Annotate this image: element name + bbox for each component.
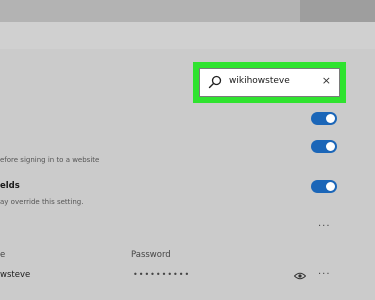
saved-password-username: wsteve	[0, 270, 31, 280]
setting-description: efore signing in to a website	[0, 156, 100, 164]
setting-heading: elds	[0, 181, 20, 191]
toggle-suggest-strong-passwords[interactable]	[311, 180, 337, 193]
settings-page: wikihowsteve × efore signing in to a web…	[0, 0, 375, 300]
browser-top-strip	[0, 0, 375, 22]
column-header-site: e	[0, 250, 6, 260]
column-header-password: Password	[131, 250, 171, 260]
search-highlight: wikihowsteve ×	[193, 62, 346, 103]
eye-icon[interactable]	[294, 272, 306, 280]
setting-description: ay override this setting.	[0, 198, 84, 206]
search-value[interactable]: wikihowsteve	[229, 76, 290, 86]
search-input[interactable]: wikihowsteve ×	[199, 68, 340, 97]
saved-password-mask: ••••••••••	[133, 270, 191, 279]
row-more-options-button[interactable]: ···	[318, 270, 331, 280]
more-options-button[interactable]: ···	[318, 222, 331, 232]
toggle-offer-save-passwords[interactable]	[311, 112, 337, 125]
close-icon[interactable]: ×	[322, 74, 331, 88]
settings-header	[0, 22, 375, 50]
search-icon	[208, 75, 222, 89]
toggle-sign-in-automatically[interactable]	[311, 140, 337, 153]
tab-strip	[0, 0, 300, 22]
